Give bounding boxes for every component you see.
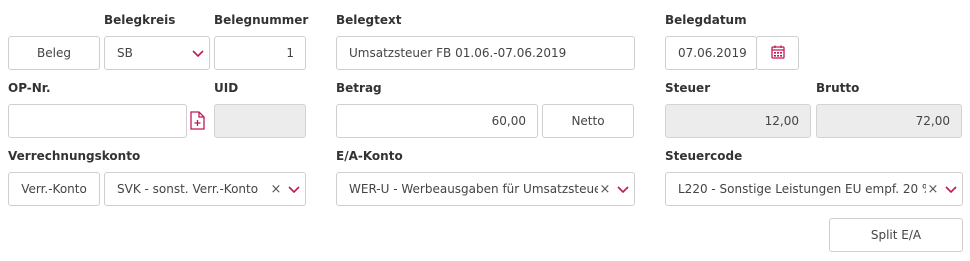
belegdatum-label: Belegdatum (665, 13, 747, 27)
chevron-down-icon[interactable] (283, 185, 305, 193)
verrechnungskonto-select[interactable]: SVK - sonst. Verr.-Konto × (104, 172, 306, 206)
betrag-input[interactable]: 60,00 (336, 104, 538, 138)
calendar-button[interactable] (756, 36, 799, 70)
chevron-down-icon[interactable] (187, 49, 209, 57)
belegkreis-label: Belegkreis (104, 13, 176, 27)
belegnummer-label: Belegnummer (214, 13, 309, 27)
brutto-label: Brutto (816, 81, 860, 95)
ea-konto-select[interactable]: WER-U - Werbeausgaben für Umsatzsteuer × (336, 172, 635, 206)
steuercode-label: Steuercode (665, 149, 743, 163)
opnr-input[interactable] (8, 104, 187, 138)
belegnummer-input[interactable]: 1 (214, 36, 306, 70)
steuercode-select[interactable]: L220 - Sonstige Leistungen EU empf. 20 %… (665, 172, 963, 206)
verrechnungskonto-label: Verrechnungskonto (8, 149, 141, 163)
belegtext-label: Belegtext (336, 13, 402, 27)
clear-icon[interactable]: × (598, 182, 612, 197)
ea-konto-label: E/A-Konto (336, 149, 403, 163)
chevron-down-icon[interactable] (612, 185, 634, 193)
belegdatum-input[interactable]: 07.06.2019 (665, 36, 757, 70)
document-add-icon[interactable] (190, 111, 205, 134)
beleg-button[interactable]: Beleg (8, 36, 100, 70)
split-ea-button[interactable]: Split E/A (829, 218, 963, 252)
ea-konto-value: WER-U - Werbeausgaben für Umsatzsteuer (349, 182, 598, 196)
calendar-icon (770, 45, 785, 62)
verrechnungskonto-value: SVK - sonst. Verr.-Konto (117, 182, 259, 196)
netto-button[interactable]: Netto (542, 104, 634, 138)
verr-konto-button[interactable]: Verr.-Konto (8, 172, 100, 206)
betrag-label: Betrag (336, 81, 382, 95)
belegtext-input[interactable]: Umsatzsteuer FB 01.06.-07.06.2019 (336, 36, 635, 70)
steuer-label: Steuer (665, 81, 711, 95)
uid-input (214, 104, 306, 138)
belegkreis-select[interactable]: SB (104, 36, 210, 70)
brutto-input: 72,00 (816, 104, 962, 138)
clear-icon[interactable]: × (269, 182, 283, 197)
uid-label: UID (214, 81, 239, 95)
steuercode-value: L220 - Sonstige Leistungen EU empf. 20 % (678, 182, 926, 196)
opnr-label: OP-Nr. (8, 81, 51, 95)
steuer-input: 12,00 (665, 104, 811, 138)
belegkreis-value: SB (117, 46, 133, 60)
chevron-down-icon[interactable] (940, 185, 962, 193)
clear-icon[interactable]: × (926, 182, 940, 197)
